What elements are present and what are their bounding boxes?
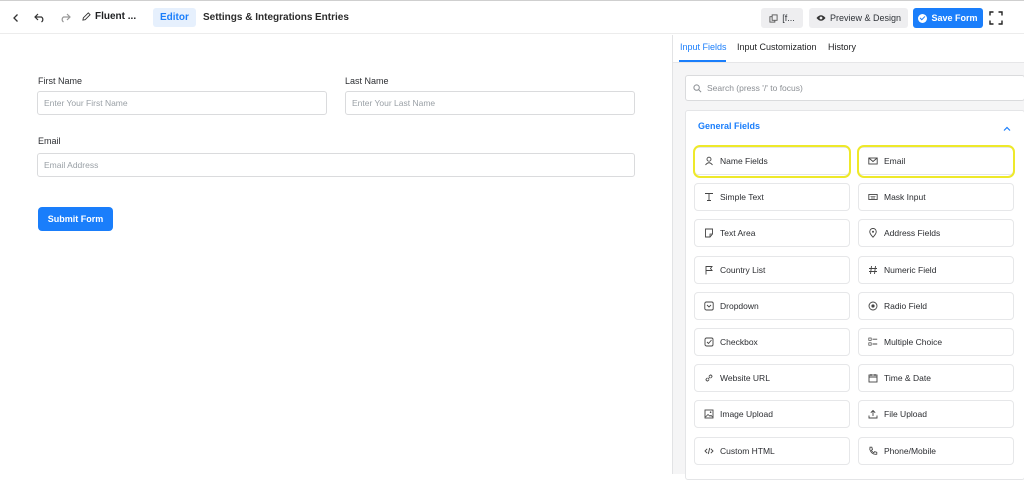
field-button-simple-text[interactable]: Simple Text <box>694 183 850 211</box>
tab-entries[interactable]: Entries <box>308 8 356 27</box>
email-input[interactable]: Email Address <box>37 153 635 177</box>
user-icon <box>705 156 713 166</box>
last-name-label: Last Name <box>345 76 389 86</box>
field-button-radio-field[interactable]: Radio Field <box>858 292 1014 320</box>
copy-icon <box>769 13 778 23</box>
back-chevron-icon[interactable] <box>7 9 25 27</box>
field-search-input[interactable]: Search (press '/' to focus) <box>685 75 1024 101</box>
pencil-icon <box>82 12 91 21</box>
field-button-email[interactable]: Email <box>858 147 1014 175</box>
tab-input-fields[interactable]: Input Fields <box>680 42 727 52</box>
field-button-checkbox[interactable]: Checkbox <box>694 328 850 356</box>
field-button-website-url[interactable]: Website URL <box>694 364 850 392</box>
fullscreen-icon[interactable] <box>988 9 1004 27</box>
checkbox-icon <box>704 337 714 347</box>
tab-settings-integrations[interactable]: Settings & Integrations <box>196 8 319 27</box>
field-button-time-date[interactable]: Time & Date <box>858 364 1014 392</box>
field-button-label: Multiple Choice <box>884 337 943 347</box>
field-button-file-upload[interactable]: File Upload <box>858 400 1014 428</box>
preview-design-button[interactable]: Preview & Design <box>809 8 908 28</box>
shortcode-label: [f... <box>782 13 795 23</box>
field-button-label: Address Fields <box>884 228 941 238</box>
top-bar: Fluent ... Editor Settings & Integration… <box>0 0 1024 34</box>
field-button-label: Simple Text <box>720 192 764 202</box>
upload-icon <box>868 409 878 419</box>
first-name-label: First Name <box>38 76 83 86</box>
form-canvas: First Name Enter Your First Name Last Na… <box>0 35 672 474</box>
radio-icon <box>868 301 878 311</box>
active-tab-indicator <box>679 60 726 62</box>
tab-editor[interactable]: Editor <box>153 8 196 27</box>
link-icon <box>705 374 713 382</box>
undo-icon[interactable] <box>31 9 49 27</box>
code-icon <box>704 447 714 455</box>
redo-icon[interactable] <box>56 9 74 27</box>
eye-icon <box>816 15 826 21</box>
field-button-phone-mobile[interactable]: Phone/Mobile <box>858 437 1014 465</box>
field-button-mask-input[interactable]: Mask Input <box>858 183 1014 211</box>
group-title[interactable]: General Fields <box>698 121 760 131</box>
field-button-custom-html[interactable]: Custom HTML <box>694 437 850 465</box>
tab-history[interactable]: History <box>828 42 856 52</box>
field-button-name-fields[interactable]: Name Fields <box>694 147 850 175</box>
shortcode-button[interactable]: [f... <box>761 8 803 28</box>
field-button-text-area[interactable]: Text Area <box>694 219 850 247</box>
dropdown-icon <box>704 301 714 311</box>
text-icon <box>705 193 713 201</box>
form-title[interactable]: Fluent ... <box>82 11 136 22</box>
field-button-label: File Upload <box>884 409 927 419</box>
field-button-label: Name Fields <box>720 156 768 166</box>
tab-input-customization[interactable]: Input Customization <box>737 42 817 52</box>
field-button-label: Image Upload <box>720 409 773 419</box>
email-label: Email <box>38 136 61 146</box>
envelope-icon <box>868 157 878 165</box>
field-button-multiple-choice[interactable]: Multiple Choice <box>858 328 1014 356</box>
panel-tabs: Input Fields Input Customization History <box>673 35 1024 63</box>
flag-icon <box>705 266 713 275</box>
keyboard-icon <box>868 194 878 200</box>
search-placeholder: Search (press '/' to focus) <box>707 83 803 93</box>
textarea-icon <box>705 228 713 238</box>
field-button-label: Time & Date <box>884 373 931 383</box>
field-button-label: Radio Field <box>884 301 927 311</box>
image-icon <box>704 409 714 419</box>
hash-icon <box>869 265 877 275</box>
preview-label: Preview & Design <box>829 13 902 23</box>
field-button-image-upload[interactable]: Image Upload <box>694 400 850 428</box>
field-button-address-fields[interactable]: Address Fields <box>858 219 1014 247</box>
field-button-country-list[interactable]: Country List <box>694 256 850 284</box>
search-icon <box>693 83 702 92</box>
first-name-input[interactable]: Enter Your First Name <box>37 91 327 115</box>
chevron-up-icon[interactable] <box>1002 121 1014 133</box>
list-icon <box>868 337 878 346</box>
map-pin-icon <box>869 228 877 238</box>
save-form-button[interactable]: Save Form <box>913 8 983 28</box>
field-button-label: Custom HTML <box>720 446 775 456</box>
field-button-dropdown[interactable]: Dropdown <box>694 292 850 320</box>
phone-icon <box>869 446 878 455</box>
field-button-label: Text Area <box>720 228 756 238</box>
submit-form-button[interactable]: Submit Form <box>38 207 113 231</box>
field-button-label: Numeric Field <box>884 265 937 275</box>
field-button-numeric-field[interactable]: Numeric Field <box>858 256 1014 284</box>
form-title-text: Fluent ... <box>95 11 137 22</box>
field-button-label: Dropdown <box>720 301 759 311</box>
field-button-label: Country List <box>720 265 766 275</box>
field-button-label: Website URL <box>720 373 770 383</box>
field-button-label: Mask Input <box>884 192 926 202</box>
last-name-input[interactable]: Enter Your Last Name <box>345 91 635 115</box>
check-circle-icon <box>918 13 928 23</box>
field-button-label: Checkbox <box>720 337 758 347</box>
field-button-label: Phone/Mobile <box>884 446 936 456</box>
calendar-icon <box>868 374 878 383</box>
save-label: Save Form <box>931 13 978 23</box>
field-button-label: Email <box>884 156 906 166</box>
